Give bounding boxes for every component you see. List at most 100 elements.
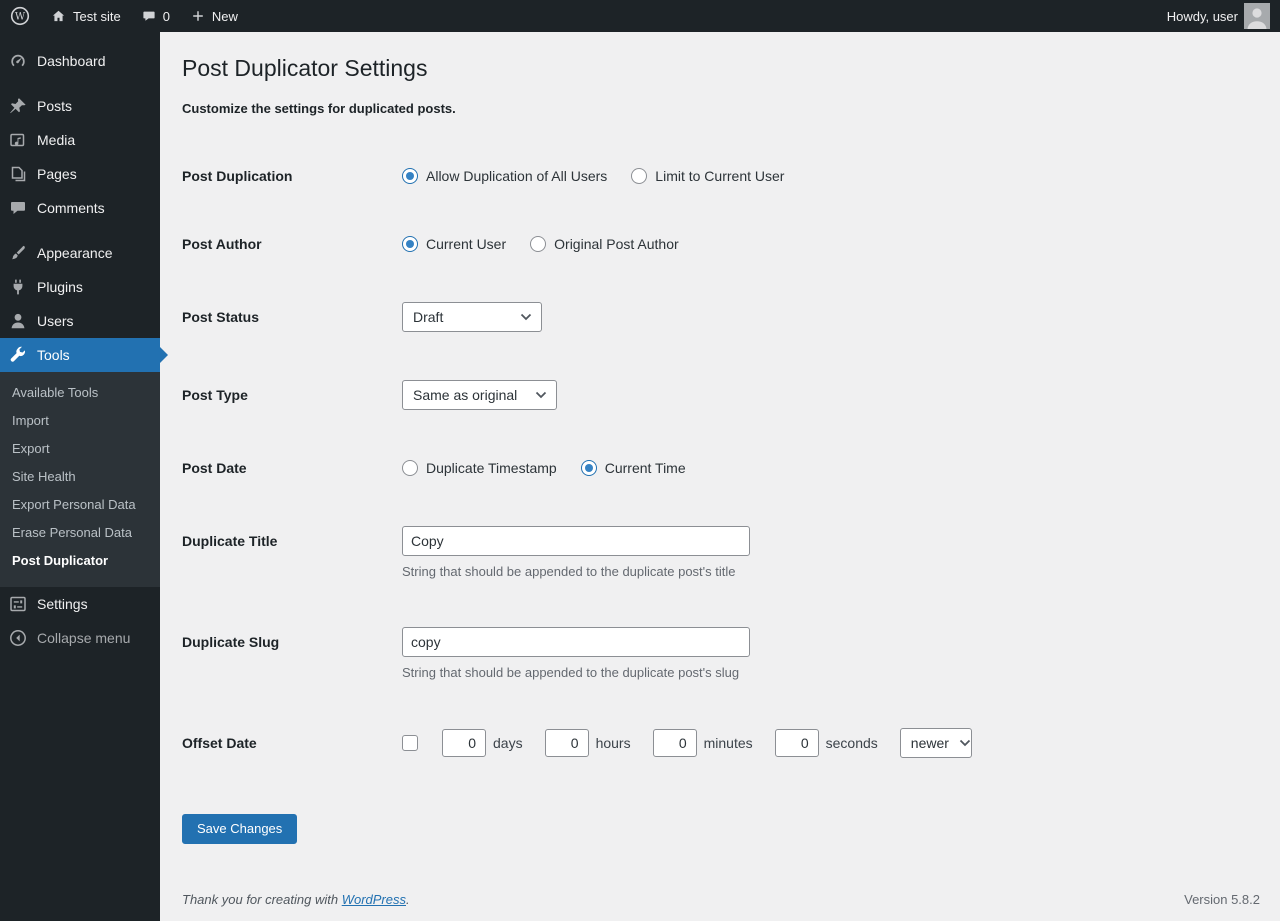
new-content-menu[interactable]: New <box>180 0 248 32</box>
allow-duplication-all-users-text: Allow Duplication of All Users <box>426 166 607 186</box>
sidebar-item-settings[interactable]: Settings <box>0 587 160 621</box>
sidebar-item-posts[interactable]: Posts <box>0 89 160 123</box>
sidebar-label-media: Media <box>37 130 75 150</box>
duplicate-title-label: Duplicate Title <box>182 526 402 551</box>
radio-circle-checked <box>402 236 418 252</box>
sidebar-label-users: Users <box>37 311 74 331</box>
seconds-unit-label: seconds <box>826 735 878 751</box>
sidebar-label-dashboard: Dashboard <box>37 51 106 71</box>
submenu-item-available-tools[interactable]: Available Tools <box>0 379 160 407</box>
admin-bar: W Test site 0 <box>0 0 1280 32</box>
submenu-item-post-duplicator[interactable]: Post Duplicator <box>0 547 160 575</box>
home-icon <box>50 8 67 25</box>
limit-to-current-user-option[interactable]: Limit to Current User <box>631 166 784 186</box>
days-unit-label: days <box>493 735 523 751</box>
tools-wrench-icon <box>8 345 28 365</box>
submenu-item-erase-personal-data[interactable]: Erase Personal Data <box>0 519 160 547</box>
post-author-label: Post Author <box>182 234 402 254</box>
offset-direction-select[interactable]: newer <box>900 728 972 758</box>
sidebar-label-comments: Comments <box>37 198 105 218</box>
site-name-label: Test site <box>73 9 121 24</box>
admin-bar-left: W Test site 0 <box>0 0 248 32</box>
my-account-menu[interactable]: Howdy, user <box>1157 0 1280 32</box>
wordpress-link[interactable]: WordPress <box>342 892 406 907</box>
footer-thanks-suffix: . <box>406 892 410 907</box>
footer-thanks-prefix: Thank you for creating with <box>182 892 342 907</box>
collapse-menu-label: Collapse menu <box>37 628 130 648</box>
minutes-unit-label: minutes <box>704 735 753 751</box>
sidebar-item-media[interactable]: Media <box>0 123 160 157</box>
radio-circle-checked <box>402 168 418 184</box>
offset-date-label: Offset Date <box>182 728 402 753</box>
sidebar-item-users[interactable]: Users <box>0 304 160 338</box>
row-duplicate-slug: Duplicate Slug String that should be app… <box>182 603 1260 704</box>
duplicate-slug-input[interactable] <box>402 627 750 657</box>
settings-form: Post Duplication Allow Duplication of Al… <box>182 142 1260 782</box>
post-status-select[interactable]: Draft <box>402 302 542 332</box>
post-type-value: Same as original <box>413 387 517 403</box>
current-user-option[interactable]: Current User <box>402 234 506 254</box>
chevron-down-icon <box>520 313 532 321</box>
submenu-item-export[interactable]: Export <box>0 435 160 463</box>
allow-duplication-all-users-option[interactable]: Allow Duplication of All Users <box>402 166 607 186</box>
page-footer: Thank you for creating with WordPress. V… <box>182 868 1260 921</box>
menu-separator <box>0 225 160 236</box>
submenu-item-site-health[interactable]: Site Health <box>0 463 160 491</box>
howdy-text: Howdy, user <box>1167 9 1238 24</box>
site-name-link[interactable]: Test site <box>40 0 131 32</box>
sidebar-label-appearance: Appearance <box>37 243 113 263</box>
offset-days-input[interactable] <box>442 729 486 757</box>
comment-bubble-icon <box>141 8 157 24</box>
post-status-value: Draft <box>413 309 443 325</box>
duplicate-title-input[interactable] <box>402 526 750 556</box>
sidebar-item-dashboard[interactable]: Dashboard <box>0 44 160 78</box>
media-icon <box>8 130 28 150</box>
post-date-label: Post Date <box>182 458 402 478</box>
limit-to-current-user-text: Limit to Current User <box>655 166 784 186</box>
sidebar-item-comments[interactable]: Comments <box>0 191 160 225</box>
svg-text:W: W <box>15 12 26 23</box>
save-changes-button[interactable]: Save Changes <box>182 814 297 844</box>
sidebar-item-plugins[interactable]: Plugins <box>0 270 160 304</box>
row-duplicate-title: Duplicate Title String that should be ap… <box>182 502 1260 603</box>
duplicate-slug-help: String that should be appended to the du… <box>402 665 739 680</box>
offset-seconds-input[interactable] <box>775 729 819 757</box>
main-content: Post Duplicator Settings Customize the s… <box>160 32 1280 921</box>
collapse-menu-icon <box>8 628 28 648</box>
wordpress-logo-menu[interactable]: W <box>0 0 40 32</box>
sidebar-label-settings: Settings <box>37 594 88 614</box>
offset-direction-value: newer <box>911 735 949 751</box>
comments-shortcut[interactable]: 0 <box>131 0 180 32</box>
comments-count-badge: 0 <box>163 9 170 24</box>
page-subtitle: Customize the settings for duplicated po… <box>182 101 1260 116</box>
submenu-item-export-personal-data[interactable]: Export Personal Data <box>0 491 160 519</box>
offset-date-checkbox[interactable] <box>402 735 418 751</box>
sidebar-label-pages: Pages <box>37 164 77 184</box>
radio-circle <box>402 460 418 476</box>
page-title: Post Duplicator Settings <box>182 53 1260 83</box>
submenu-item-import[interactable]: Import <box>0 407 160 435</box>
post-status-label: Post Status <box>182 302 402 327</box>
duplicate-timestamp-option[interactable]: Duplicate Timestamp <box>402 458 557 478</box>
current-time-text: Current Time <box>605 458 686 478</box>
duplicate-timestamp-text: Duplicate Timestamp <box>426 458 557 478</box>
duplicate-title-help: String that should be appended to the du… <box>402 564 736 579</box>
post-type-select[interactable]: Same as original <box>402 380 557 410</box>
users-icon <box>8 311 28 331</box>
duplicate-slug-label: Duplicate Slug <box>182 627 402 652</box>
admin-sidebar: Dashboard Posts Media <box>0 32 160 921</box>
offset-minutes-input[interactable] <box>653 729 697 757</box>
collapse-menu-button[interactable]: Collapse menu <box>0 621 160 655</box>
original-post-author-option[interactable]: Original Post Author <box>530 234 679 254</box>
sidebar-item-appearance[interactable]: Appearance <box>0 236 160 270</box>
chevron-down-icon <box>959 739 971 747</box>
offset-hours-input[interactable] <box>545 729 589 757</box>
wordpress-logo-icon: W <box>10 6 30 26</box>
sidebar-item-tools[interactable]: Tools <box>0 338 160 372</box>
current-time-option[interactable]: Current Time <box>581 458 686 478</box>
row-post-status: Post Status Draft <box>182 278 1260 356</box>
row-post-author: Post Author Current User Original Post A… <box>182 210 1260 278</box>
sidebar-item-pages[interactable]: Pages <box>0 157 160 191</box>
pages-icon <box>8 164 28 184</box>
admin-bar-right: Howdy, user <box>1157 0 1280 32</box>
